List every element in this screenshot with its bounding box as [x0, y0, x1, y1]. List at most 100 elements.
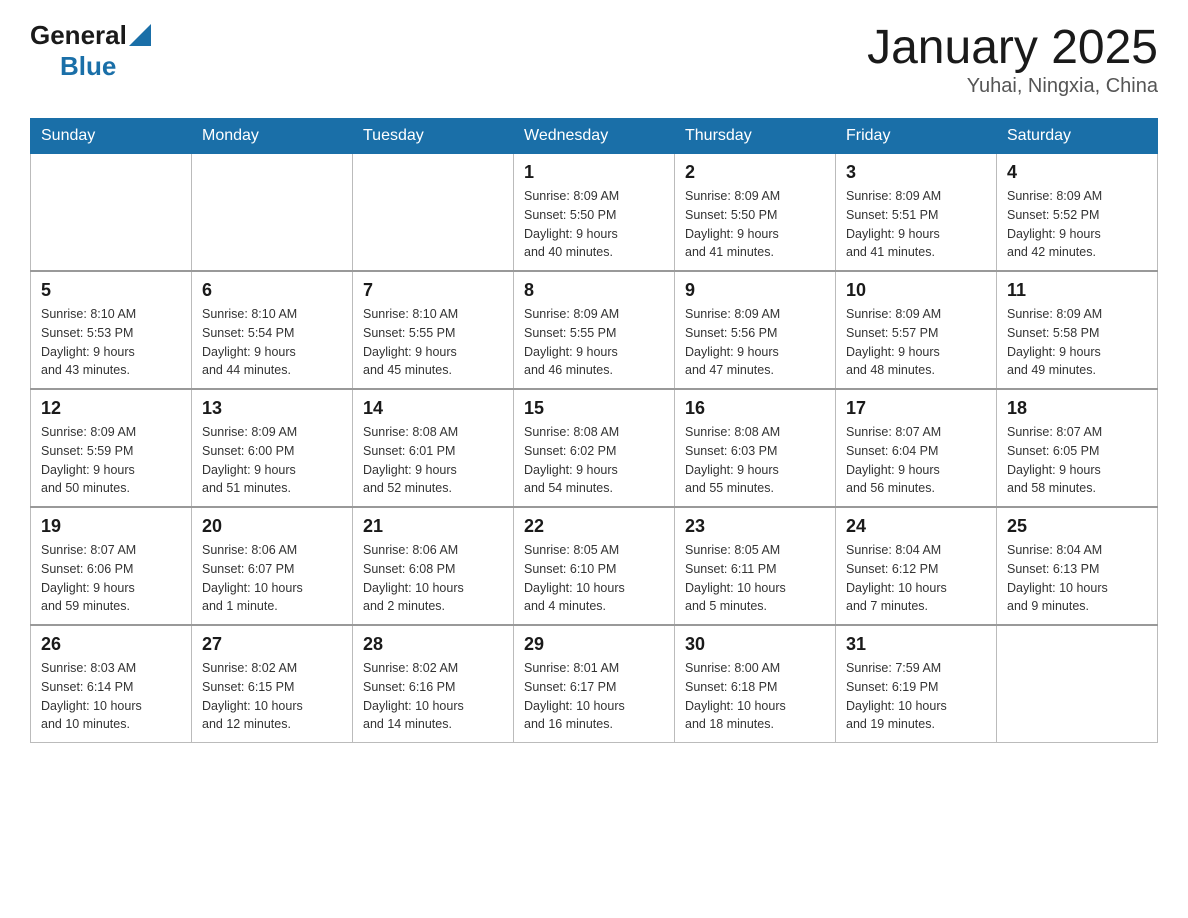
day-number: 22: [524, 516, 664, 537]
calendar-cell: 12Sunrise: 8:09 AM Sunset: 5:59 PM Dayli…: [31, 389, 192, 507]
calendar-week-row: 19Sunrise: 8:07 AM Sunset: 6:06 PM Dayli…: [31, 507, 1158, 625]
calendar-cell: 23 Sunrise: 8:05 AM Sunset: 6:11 PM Dayli…: [675, 507, 836, 625]
calendar-cell: [192, 154, 353, 272]
day-number: 16: [685, 398, 825, 419]
day-info: Sunrise: 8:07 AM Sunset: 6:06 PM Dayligh…: [41, 541, 181, 616]
day-number: 17: [846, 398, 986, 419]
day-number: 20: [202, 516, 342, 537]
calendar-cell: 21 Sunrise: 8:06 AM Sunset: 6:08 PM Dayli…: [353, 507, 514, 625]
day-info: Sunrise: 8:09 AM Sunset: 5:57 PM Dayligh…: [846, 305, 986, 380]
day-number: 31: [846, 634, 986, 655]
logo-general-text: General: [30, 20, 127, 51]
day-info: Sunrise: 8:07 AM Sunset: 6:05 PM Dayligh…: [1007, 423, 1147, 498]
day-info: Sunrise: 8:01 AM Sunset: 6:17 PM Dayligh…: [524, 659, 664, 734]
day-info: Sunrise: 8:00 AM Sunset: 6:18 PM Dayligh…: [685, 659, 825, 734]
day-number: 18: [1007, 398, 1147, 419]
day-number: 8: [524, 280, 664, 301]
day-number: 1: [524, 162, 664, 183]
calendar-title: January 2025: [867, 20, 1158, 75]
calendar-cell: 25Sunrise: 8:04 AM Sunset: 6:13 PM Dayli…: [997, 507, 1158, 625]
day-info: Sunrise: 7:59 AM Sunset: 6:19 PM Dayligh…: [846, 659, 986, 734]
weekday-header-monday: Monday: [192, 119, 353, 154]
calendar-cell: 7 Sunrise: 8:10 AM Sunset: 5:55 PM Daylig…: [353, 271, 514, 389]
day-info: Sunrise: 8:02 AM Sunset: 6:16 PM Dayligh…: [363, 659, 503, 734]
day-info: Sunrise: 8:04 AM Sunset: 6:13 PM Dayligh…: [1007, 541, 1147, 616]
day-info: Sunrise: 8:09 AM Sunset: 5:50 PM Dayligh…: [685, 187, 825, 262]
day-info: Sunrise: 8:08 AM Sunset: 6:01 PM Dayligh…: [363, 423, 503, 498]
calendar-cell: [31, 154, 192, 272]
calendar-cell: 17 Sunrise: 8:07 AM Sunset: 6:04 PM Dayli…: [836, 389, 997, 507]
day-number: 23: [685, 516, 825, 537]
day-info: Sunrise: 8:08 AM Sunset: 6:02 PM Dayligh…: [524, 423, 664, 498]
weekday-header-wednesday: Wednesday: [514, 119, 675, 154]
calendar-cell: 14Sunrise: 8:08 AM Sunset: 6:01 PM Dayli…: [353, 389, 514, 507]
calendar-week-row: 26 Sunrise: 8:03 AM Sunset: 6:14 PM Dayli…: [31, 625, 1158, 743]
calendar-cell: 1 Sunrise: 8:09 AM Sunset: 5:50 PM Daylig…: [514, 154, 675, 272]
day-number: 26: [41, 634, 181, 655]
title-section: January 2025 Yuhai, Ningxia, China: [867, 20, 1158, 98]
day-number: 21: [363, 516, 503, 537]
day-info: Sunrise: 8:07 AM Sunset: 6:04 PM Dayligh…: [846, 423, 986, 498]
calendar-cell: 4Sunrise: 8:09 AM Sunset: 5:52 PM Daylig…: [997, 154, 1158, 272]
calendar-table: SundayMondayTuesdayWednesdayThursdayFrid…: [30, 118, 1158, 743]
day-number: 30: [685, 634, 825, 655]
calendar-cell: 24Sunrise: 8:04 AM Sunset: 6:12 PM Dayli…: [836, 507, 997, 625]
page-header: General Blue January 2025 Yuhai, Ningxia…: [30, 20, 1158, 98]
calendar-cell: 27 Sunrise: 8:02 AM Sunset: 6:15 PM Dayli…: [192, 625, 353, 743]
calendar-cell: 11 Sunrise: 8:09 AM Sunset: 5:58 PM Dayli…: [997, 271, 1158, 389]
weekday-header-tuesday: Tuesday: [353, 119, 514, 154]
calendar-header-row: SundayMondayTuesdayWednesdayThursdayFrid…: [31, 119, 1158, 154]
calendar-cell: 5Sunrise: 8:10 AM Sunset: 5:53 PM Daylig…: [31, 271, 192, 389]
day-info: Sunrise: 8:10 AM Sunset: 5:55 PM Dayligh…: [363, 305, 503, 380]
day-number: 7: [363, 280, 503, 301]
day-info: Sunrise: 8:06 AM Sunset: 6:08 PM Dayligh…: [363, 541, 503, 616]
day-number: 27: [202, 634, 342, 655]
calendar-cell: 22 Sunrise: 8:05 AM Sunset: 6:10 PM Dayli…: [514, 507, 675, 625]
day-number: 11: [1007, 280, 1147, 301]
calendar-cell: 9 Sunrise: 8:09 AM Sunset: 5:56 PM Daylig…: [675, 271, 836, 389]
calendar-cell: 13 Sunrise: 8:09 AM Sunset: 6:00 PM Dayli…: [192, 389, 353, 507]
day-info: Sunrise: 8:09 AM Sunset: 6:00 PM Dayligh…: [202, 423, 342, 498]
weekday-header-thursday: Thursday: [675, 119, 836, 154]
day-info: Sunrise: 8:09 AM Sunset: 5:55 PM Dayligh…: [524, 305, 664, 380]
weekday-header-friday: Friday: [836, 119, 997, 154]
calendar-week-row: 12Sunrise: 8:09 AM Sunset: 5:59 PM Dayli…: [31, 389, 1158, 507]
calendar-cell: 26 Sunrise: 8:03 AM Sunset: 6:14 PM Dayli…: [31, 625, 192, 743]
day-info: Sunrise: 8:09 AM Sunset: 5:50 PM Dayligh…: [524, 187, 664, 262]
day-number: 12: [41, 398, 181, 419]
day-info: Sunrise: 8:09 AM Sunset: 5:51 PM Dayligh…: [846, 187, 986, 262]
calendar-cell: [997, 625, 1158, 743]
calendar-cell: 6 Sunrise: 8:10 AM Sunset: 5:54 PM Daylig…: [192, 271, 353, 389]
day-info: Sunrise: 8:09 AM Sunset: 5:58 PM Dayligh…: [1007, 305, 1147, 380]
logo: General Blue: [30, 20, 151, 82]
calendar-cell: 31 Sunrise: 7:59 AM Sunset: 6:19 PM Dayli…: [836, 625, 997, 743]
day-number: 3: [846, 162, 986, 183]
calendar-cell: [353, 154, 514, 272]
day-number: 6: [202, 280, 342, 301]
day-number: 10: [846, 280, 986, 301]
calendar-cell: 10 Sunrise: 8:09 AM Sunset: 5:57 PM Dayli…: [836, 271, 997, 389]
calendar-cell: 30 Sunrise: 8:00 AM Sunset: 6:18 PM Dayli…: [675, 625, 836, 743]
day-info: Sunrise: 8:02 AM Sunset: 6:15 PM Dayligh…: [202, 659, 342, 734]
day-info: Sunrise: 8:09 AM Sunset: 5:56 PM Dayligh…: [685, 305, 825, 380]
calendar-cell: 15 Sunrise: 8:08 AM Sunset: 6:02 PM Dayli…: [514, 389, 675, 507]
day-number: 13: [202, 398, 342, 419]
day-info: Sunrise: 8:05 AM Sunset: 6:11 PM Dayligh…: [685, 541, 825, 616]
calendar-cell: 2 Sunrise: 8:09 AM Sunset: 5:50 PM Daylig…: [675, 154, 836, 272]
day-number: 2: [685, 162, 825, 183]
calendar-week-row: 5Sunrise: 8:10 AM Sunset: 5:53 PM Daylig…: [31, 271, 1158, 389]
logo-triangle-icon: [129, 24, 151, 46]
logo-blue-text: Blue: [60, 51, 116, 82]
day-info: Sunrise: 8:06 AM Sunset: 6:07 PM Dayligh…: [202, 541, 342, 616]
day-number: 15: [524, 398, 664, 419]
calendar-cell: 3 Sunrise: 8:09 AM Sunset: 5:51 PM Daylig…: [836, 154, 997, 272]
day-number: 9: [685, 280, 825, 301]
day-number: 5: [41, 280, 181, 301]
day-info: Sunrise: 8:05 AM Sunset: 6:10 PM Dayligh…: [524, 541, 664, 616]
day-info: Sunrise: 8:10 AM Sunset: 5:54 PM Dayligh…: [202, 305, 342, 380]
day-info: Sunrise: 8:03 AM Sunset: 6:14 PM Dayligh…: [41, 659, 181, 734]
calendar-cell: 28 Sunrise: 8:02 AM Sunset: 6:16 PM Dayli…: [353, 625, 514, 743]
day-number: 28: [363, 634, 503, 655]
day-number: 24: [846, 516, 986, 537]
calendar-cell: 16Sunrise: 8:08 AM Sunset: 6:03 PM Dayli…: [675, 389, 836, 507]
